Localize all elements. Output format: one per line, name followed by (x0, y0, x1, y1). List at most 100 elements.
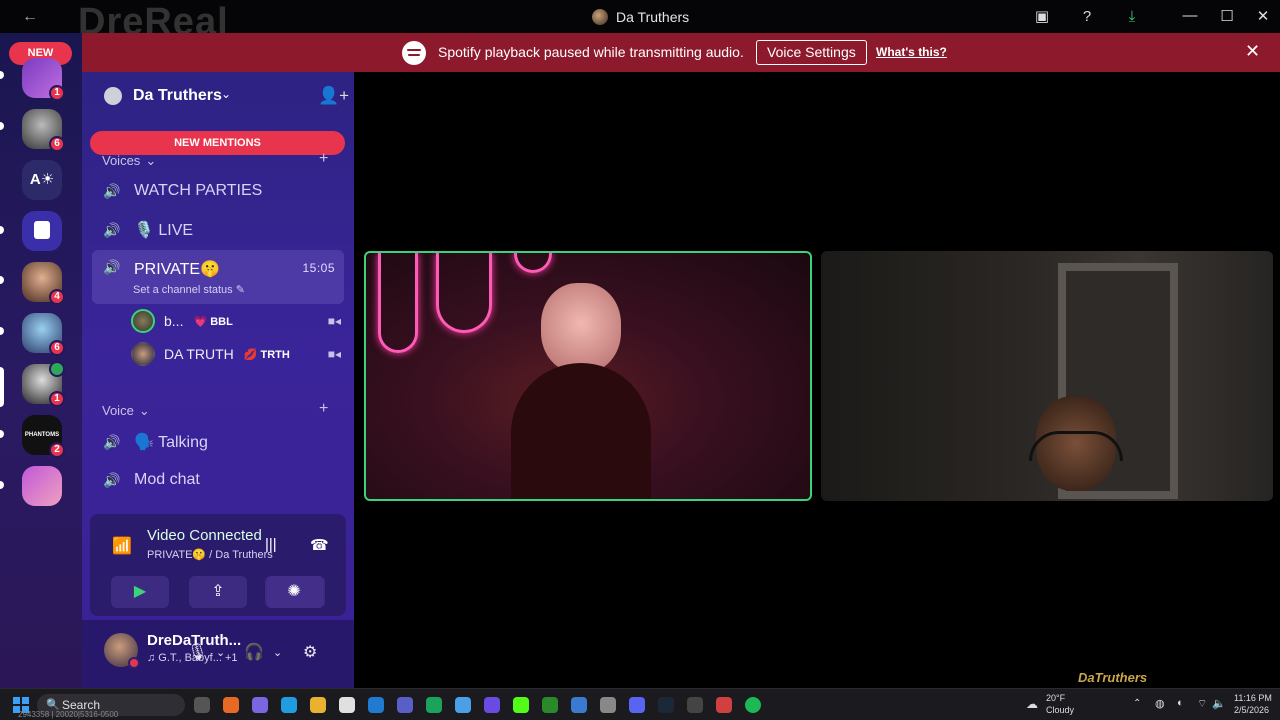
firefox-icon[interactable] (223, 697, 239, 713)
volume-icon[interactable]: 🔈 (1212, 697, 1226, 710)
signal-icon[interactable]: 📶 (112, 536, 132, 556)
clock-time[interactable]: 11:16 PM (1234, 693, 1272, 703)
unread-pip (0, 430, 4, 438)
server-icon-5[interactable]: 4 (22, 262, 65, 305)
voice-user-name: DA TRUTH (164, 346, 234, 362)
category-voice[interactable]: Voice ⌄ (102, 403, 150, 419)
task-view-icon[interactable] (194, 697, 210, 713)
wifi-icon[interactable]: ⌔ (1197, 697, 1207, 711)
outlook-icon[interactable] (368, 697, 384, 713)
chevron-down-icon: ⌄ (145, 153, 157, 168)
channel-status-prompt[interactable]: Set a channel status ✎ (133, 283, 245, 296)
discord-icon[interactable] (629, 697, 645, 713)
voice-user-row[interactable]: DA TRUTH 💋 TRTH ■◂ (131, 342, 341, 366)
settings-icon[interactable] (600, 697, 616, 713)
close-window-icon[interactable]: ✕ (1253, 7, 1273, 25)
chevron-down-icon: ⌄ (221, 87, 232, 101)
selected-server-pip (0, 367, 4, 407)
channel-live[interactable]: 🔊 🎙️ LIVE (92, 213, 344, 247)
app-icon[interactable] (484, 697, 500, 713)
add-channel-icon[interactable]: + (319, 150, 328, 168)
app-icon[interactable] (716, 697, 732, 713)
mention-badge: 2 (49, 442, 65, 458)
user-panel: DreDaTruth... ♫ G.T., Babyf... +1 🎙 ⌄ 🎧 … (82, 620, 354, 688)
server-icon-6[interactable]: 6 (22, 313, 65, 356)
spotify-taskbar-icon[interactable] (745, 697, 761, 713)
maximize-icon[interactable]: ☐ (1217, 7, 1237, 25)
tray-icon[interactable]: ◍ (1155, 697, 1165, 710)
close-banner-icon[interactable]: ✕ (1245, 41, 1260, 62)
weather-icon[interactable]: ☁ (1026, 697, 1038, 711)
voice-user-row[interactable]: b... 💗 BBL ■◂ (131, 309, 341, 333)
stream-watermark: DaTruthers (1078, 670, 1148, 685)
server-icon-3[interactable]: A☀ (22, 160, 62, 200)
soundboard-button[interactable]: ✺ (265, 576, 323, 608)
user-avatar[interactable] (104, 633, 140, 669)
chevron-down-icon[interactable]: ⌄ (273, 646, 282, 659)
app-icon[interactable] (455, 697, 471, 713)
speaker-icon: 🔊 (103, 221, 121, 238)
channel-timer: 15:05 (302, 261, 335, 275)
copilot-icon[interactable] (252, 697, 268, 713)
microphone-icon[interactable]: 🎙 (187, 642, 207, 662)
teams-icon[interactable] (397, 697, 413, 713)
participant-video (506, 283, 656, 499)
channel-private[interactable]: 🔊 PRIVATE🤫 15:05 Set a channel status ✎ (92, 250, 344, 304)
noise-suppression-icon[interactable]: ||| (265, 536, 277, 553)
category-voices[interactable]: Voices ⌄ (102, 153, 156, 169)
minimize-icon[interactable]: — (1180, 7, 1200, 24)
app-icon[interactable] (426, 697, 442, 713)
weather-desc[interactable]: Cloudy (1046, 705, 1074, 715)
server-icon-9[interactable] (22, 466, 62, 506)
chevron-down-icon[interactable]: ⌄ (216, 646, 225, 659)
category-label: Voices (102, 153, 141, 168)
channel-status-text: Set a channel status (133, 284, 233, 296)
tray-icon[interactable]: ◐ (1177, 697, 1184, 709)
store-icon[interactable] (339, 697, 355, 713)
unread-pip (0, 276, 4, 284)
disconnect-icon[interactable]: ☎ (310, 536, 329, 554)
download-icon[interactable]: ⤓ (1122, 7, 1142, 27)
invite-people-icon[interactable]: 👤+ (318, 86, 349, 106)
file-explorer-icon[interactable] (310, 697, 326, 713)
inbox-icon[interactable]: ▣ (1032, 7, 1052, 27)
edge-icon[interactable] (281, 697, 297, 713)
speaker-icon: 🔊 (103, 433, 121, 450)
headphones-icon[interactable]: 🎧 (244, 642, 264, 662)
help-icon[interactable]: ? (1077, 7, 1097, 27)
channel-mod-chat[interactable]: 🔊 Mod chat (92, 463, 344, 497)
participant-head (541, 283, 621, 373)
server-icon-2[interactable]: 6 (22, 109, 65, 152)
server-icon-phantoms[interactable]: PHANTOMS 2 (22, 415, 65, 458)
dnd-status-icon (128, 657, 140, 669)
speaker-icon: 🔊 (103, 182, 121, 199)
xbox-icon[interactable] (542, 697, 558, 713)
server-icon-1[interactable]: 1 (22, 58, 65, 101)
server-icon-da-truthers[interactable]: 1 (22, 361, 65, 407)
steam-icon[interactable] (658, 697, 674, 713)
camera-button[interactable]: ▶ (111, 576, 169, 608)
screen-share-button[interactable]: ⇪ (189, 576, 247, 608)
server-icon-4[interactable] (22, 211, 62, 251)
voice-status[interactable]: Video Connected (147, 527, 262, 544)
server-icon (592, 9, 608, 25)
voice-location[interactable]: PRIVATE🤫 / Da Truthers (147, 548, 273, 561)
add-channel-icon[interactable]: + (319, 400, 328, 418)
channel-watch-parties[interactable]: 🔊 WATCH PARTIES (92, 174, 344, 208)
server-header[interactable]: Da Truthers ⌄ 👤+ (82, 72, 354, 122)
back-arrow-icon[interactable]: ← (22, 8, 38, 26)
voice-settings-button[interactable]: Voice Settings (756, 40, 867, 65)
whats-this-link[interactable]: What's this? (876, 45, 947, 59)
channel-talking[interactable]: 🔊 🗣️ Talking (92, 425, 344, 459)
chevron-up-icon[interactable]: ⌃ (1133, 698, 1141, 709)
kick-icon[interactable] (513, 697, 529, 713)
weather-temp[interactable]: 20°F (1046, 693, 1065, 703)
video-tile-speaking[interactable] (364, 251, 812, 501)
obs-icon[interactable] (687, 697, 703, 713)
clock-date[interactable]: 2/5/2026 (1234, 705, 1269, 715)
bot-icon (34, 221, 50, 239)
photos-icon[interactable] (571, 697, 587, 713)
video-tile[interactable] (821, 251, 1273, 501)
settings-gear-icon[interactable]: ⚙ (303, 642, 317, 662)
new-mentions-pill[interactable]: NEW MENTIONS (90, 131, 345, 155)
